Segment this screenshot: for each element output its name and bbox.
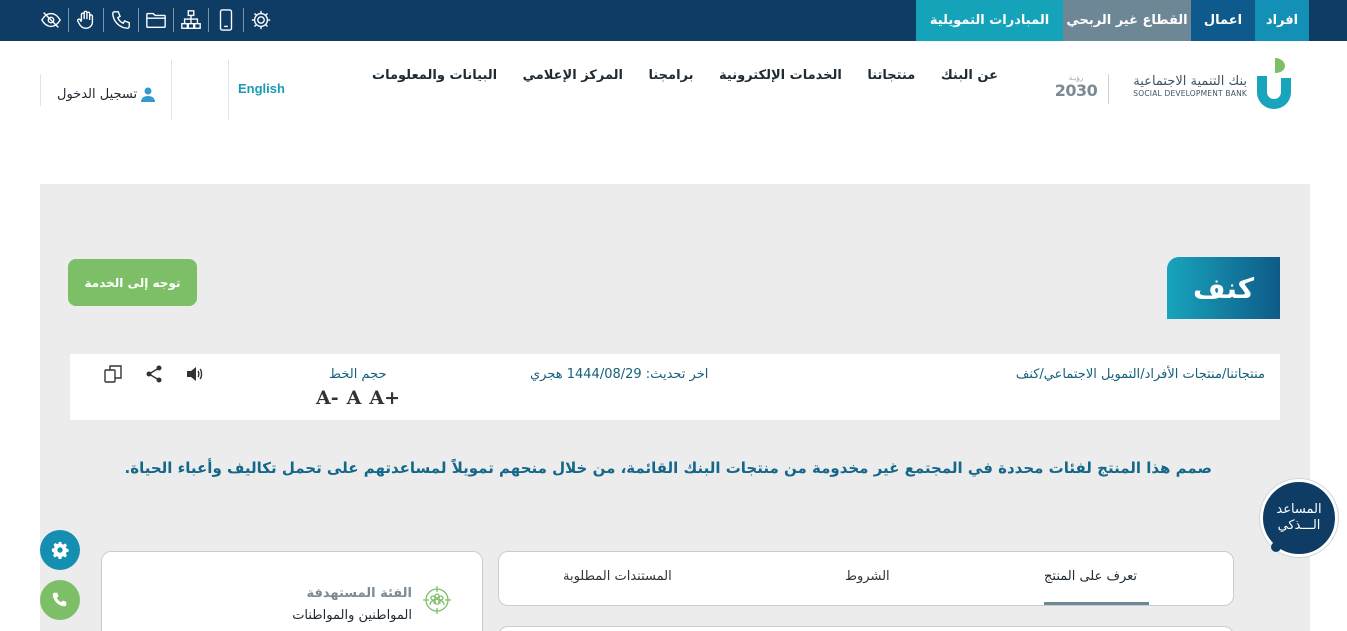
share-icon[interactable]: [143, 363, 165, 385]
target-group-icon: [423, 586, 451, 614]
font-increase-button[interactable]: A+: [369, 387, 400, 409]
accessibility-toolbar: [34, 5, 278, 35]
language-switch-link[interactable]: English: [238, 81, 285, 96]
main-nav: عن البنك منتجاتنا الخدمات الإلكترونية بر…: [372, 68, 998, 90]
smart-assistant-button[interactable]: المساعد الـــذكي: [1260, 479, 1338, 557]
bank-logo-icon[interactable]: [1255, 56, 1291, 110]
tab-about-product[interactable]: تعرف على المنتج: [1044, 569, 1137, 584]
header-divider: [171, 60, 172, 120]
breadcrumb-products[interactable]: منتجاتنا: [1226, 367, 1265, 382]
target-group-title: الفئة المستهدفة: [306, 586, 413, 601]
target-group-value: المواطنين والمواطنات: [292, 608, 412, 623]
font-decrease-button[interactable]: A-: [316, 387, 339, 409]
header-divider: [40, 74, 41, 106]
phone-icon: [52, 592, 67, 607]
phone-icon[interactable]: [104, 5, 138, 35]
breadcrumb-social-financing[interactable]: التمويل الاجتماعي: [1044, 367, 1140, 382]
assistant-label-line1: المساعد: [1276, 502, 1322, 517]
target-group-card: الفئة المستهدفة المواطنين والمواطنات: [101, 551, 483, 631]
bank-name-english: SOCIAL DEVELOPMENT BANK: [1133, 89, 1247, 98]
tab-individuals[interactable]: افراد: [1255, 0, 1309, 41]
tab-business[interactable]: اعمال: [1191, 0, 1255, 41]
settings-icon[interactable]: [244, 5, 278, 35]
nav-data-info[interactable]: البيانات والمعلومات: [372, 68, 497, 90]
font-size-label: حجم الخط: [329, 367, 387, 382]
tab-non-profit[interactable]: القطاع غير الربحي: [1063, 0, 1191, 41]
bank-name: بنك التنمية الاجتماعية SOCIAL DEVELOPMEN…: [1115, 74, 1247, 98]
sign-language-icon[interactable]: [69, 5, 103, 35]
folder-icon[interactable]: [139, 5, 173, 35]
info-bar: منتجاتنا / منتجات الأفراد / التمويل الاج…: [70, 354, 1280, 420]
tab-required-documents[interactable]: المستندات المطلوبة: [563, 569, 672, 584]
vision-2030-logo: رؤيـة 2030: [1054, 74, 1098, 100]
nav-e-services[interactable]: الخدمات الإلكترونية: [719, 68, 842, 90]
chat-bubble-tail: [1271, 542, 1281, 552]
user-icon: [141, 87, 156, 102]
tab-conditions[interactable]: الشروط: [845, 569, 890, 584]
audience-tabs: افراد اعمال القطاع غير الربحي المبادرات …: [916, 0, 1309, 41]
nav-products[interactable]: منتجاتنا: [867, 68, 915, 90]
floating-settings-button[interactable]: [40, 530, 80, 570]
login-label: تسجيل الدخول: [57, 87, 138, 102]
tab-content-card: [498, 626, 1234, 631]
nav-programs[interactable]: برامجنا: [648, 68, 693, 90]
gear-icon: [51, 541, 69, 559]
header-divider: [228, 60, 229, 120]
sitemap-icon[interactable]: [174, 5, 208, 35]
copy-icon[interactable]: [102, 363, 124, 385]
mobile-icon[interactable]: [209, 5, 243, 35]
speaker-icon[interactable]: [184, 363, 206, 385]
font-reset-button[interactable]: A: [347, 387, 362, 409]
eye-slash-icon[interactable]: [34, 5, 68, 35]
go-to-service-button[interactable]: توجه إلى الخدمة: [68, 259, 197, 306]
breadcrumb-current: كنف: [1015, 367, 1040, 382]
bank-name-arabic: بنك التنمية الاجتماعية: [1133, 74, 1247, 89]
top-bar: افراد اعمال القطاع غير الربحي المبادرات …: [0, 0, 1347, 41]
nav-media-center[interactable]: المركز الإعلامي: [523, 68, 623, 90]
last-updated: اخر تحديث: 1444/08/29 هجري: [530, 367, 709, 382]
logo-divider: [1108, 74, 1109, 104]
tab-financing-initiatives[interactable]: المبادرات التمويلية: [916, 0, 1063, 41]
floating-call-button[interactable]: [40, 580, 80, 620]
nav-about-bank[interactable]: عن البنك: [941, 68, 998, 90]
login-button[interactable]: تسجيل الدخول: [57, 87, 156, 102]
font-size-controls: A- A A+: [316, 387, 400, 409]
product-title: كنف: [1167, 257, 1280, 319]
active-tab-indicator: [1044, 602, 1149, 605]
breadcrumb: منتجاتنا / منتجات الأفراد / التمويل الاج…: [1016, 367, 1265, 382]
product-tabs: تعرف على المنتج الشروط المستندات المطلوب…: [498, 551, 1234, 606]
breadcrumb-individual-products[interactable]: منتجات الأفراد: [1145, 367, 1222, 382]
product-description: صمم هذا المنتج لفئات محددة في المجتمع غي…: [124, 459, 1212, 477]
assistant-label-line2: الـــذكي: [1277, 518, 1321, 533]
